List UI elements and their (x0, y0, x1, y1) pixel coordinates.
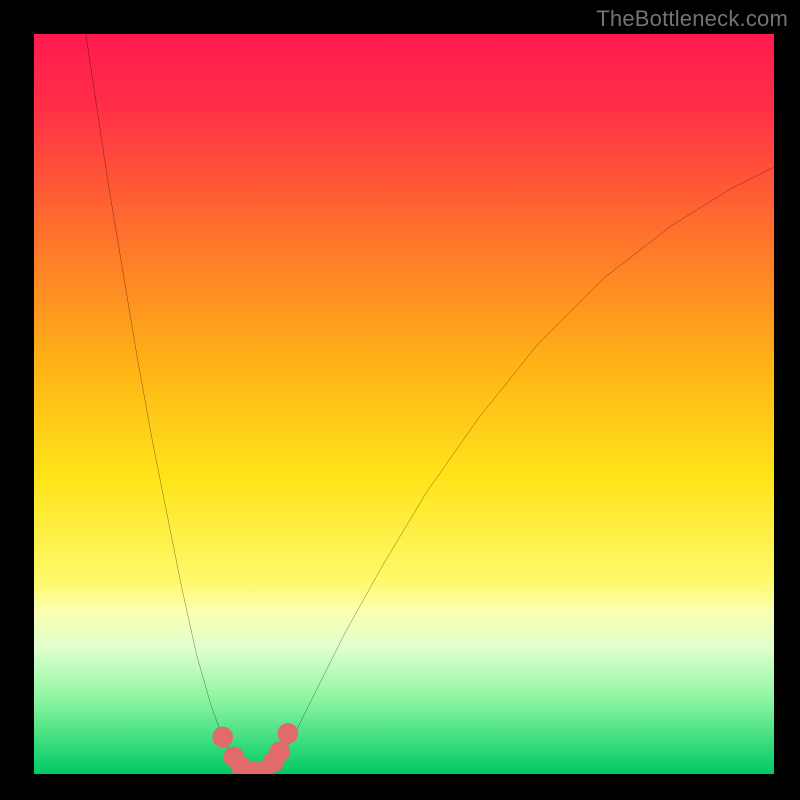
curve-marker (269, 741, 290, 762)
plot-area (34, 34, 774, 774)
curve-marker (277, 723, 298, 744)
curve-marker (212, 727, 233, 748)
chart-frame: TheBottleneck.com (0, 0, 800, 800)
watermark-text: TheBottleneck.com (596, 6, 788, 32)
bottleneck-curve (34, 34, 774, 774)
